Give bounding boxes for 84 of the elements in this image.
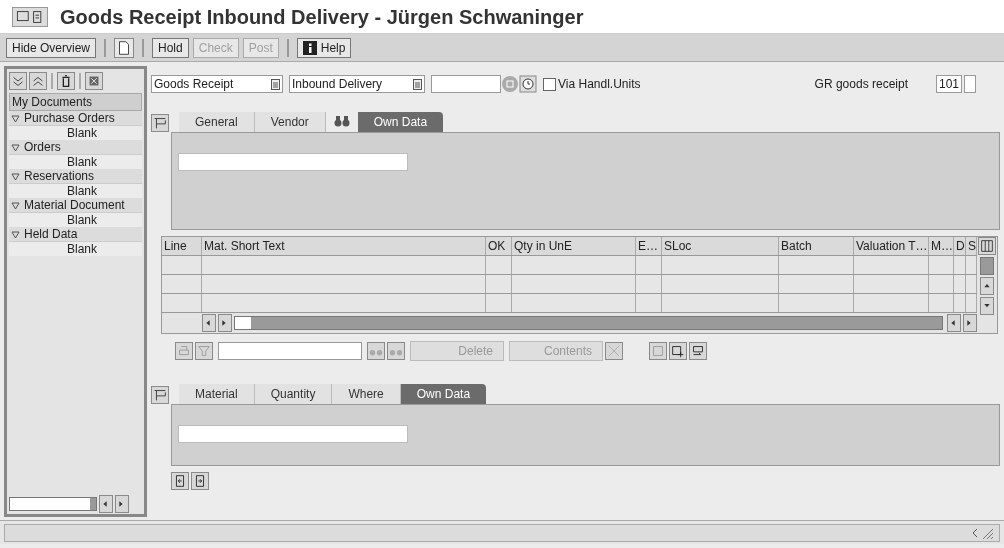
add-row-icon[interactable]	[669, 342, 687, 360]
expand-icon[interactable]	[605, 342, 623, 360]
input-field[interactable]	[178, 153, 408, 171]
tab[interactable]: Quantity	[254, 384, 333, 404]
scroll-left-icon[interactable]	[947, 314, 961, 332]
tree-node[interactable]: Reservations	[9, 169, 142, 184]
tab[interactable]: Material	[179, 384, 255, 404]
column-header[interactable]: M…	[929, 237, 954, 255]
new-document-icon[interactable]	[114, 37, 135, 58]
trash-icon[interactable]	[57, 72, 75, 90]
scroll-up-icon[interactable]	[980, 277, 994, 295]
scroll-left-icon[interactable]	[202, 314, 216, 332]
filter-icon[interactable]	[195, 342, 213, 360]
tab[interactable]: General	[179, 112, 255, 132]
movement-text-field[interactable]	[964, 75, 976, 93]
tree-node[interactable]: Held Data	[9, 227, 142, 242]
tab[interactable]: Own Data	[400, 384, 487, 404]
next-item-icon[interactable]	[191, 472, 209, 490]
collapse-triangle-icon[interactable]	[11, 171, 20, 181]
column-header[interactable]: Mat. Short Text	[202, 237, 486, 255]
tab[interactable]: Vendor	[254, 112, 326, 132]
tree-leaf[interactable]: Blank	[9, 184, 142, 198]
previous-item-icon[interactable]	[171, 472, 189, 490]
window-title: Goods Receipt Inbound Delivery - Jürgen Schwaninger	[60, 4, 584, 30]
column-header[interactable]: E…	[636, 237, 662, 255]
column-header[interactable]: SLoc	[662, 237, 779, 255]
close-icon[interactable]	[85, 72, 103, 90]
print-icon[interactable]	[175, 342, 193, 360]
collapse-triangle-icon[interactable]	[11, 113, 20, 123]
input-field[interactable]	[178, 425, 408, 443]
tree-leaf[interactable]: Blank	[9, 242, 142, 256]
toggle-panel-icon[interactable]	[151, 386, 169, 404]
scroll-right-icon[interactable]	[963, 314, 977, 332]
column-header[interactable]: Batch	[779, 237, 854, 255]
checkbox[interactable]	[543, 77, 556, 91]
collapse-triangle-icon[interactable]	[11, 142, 20, 152]
tree-leaf[interactable]: Blank	[9, 155, 142, 169]
column-header[interactable]: OK	[486, 237, 512, 255]
scroll-right-icon[interactable]	[218, 314, 232, 332]
info-icon	[302, 40, 317, 55]
collapse-triangle-icon[interactable]	[11, 229, 20, 239]
collapse-all-icon[interactable]	[29, 72, 47, 90]
tree-leaf[interactable]: Blank	[9, 213, 142, 227]
menu-icon[interactable]	[12, 6, 48, 27]
tree-header[interactable]: My Documents	[9, 93, 142, 111]
reference-dropdown[interactable]: Inbound Delivery	[289, 75, 425, 93]
tree-label: Orders	[24, 139, 61, 156]
expand-all-icon[interactable]	[9, 72, 27, 90]
tree-label: Purchase Orders	[24, 110, 115, 127]
action-dropdown[interactable]: Goods Receipt	[151, 75, 283, 93]
tree-label: Held Data	[24, 226, 78, 243]
tree-label: Material Document	[24, 197, 125, 214]
column-header[interactable]: D	[954, 237, 966, 255]
tab[interactable]: Own Data	[357, 112, 444, 132]
search-field[interactable]	[218, 342, 362, 360]
column-header[interactable]: S	[966, 237, 977, 255]
toggle-panel-icon[interactable]	[151, 114, 169, 132]
toolbar-button[interactable]: Hold	[152, 37, 189, 58]
tree-node[interactable]: Orders	[9, 140, 142, 155]
column-settings-icon[interactable]	[978, 237, 996, 255]
tree-node[interactable]: Material Document	[9, 198, 142, 213]
scroll-right-icon[interactable]	[115, 495, 129, 513]
dropdown-icon[interactable]	[271, 78, 280, 90]
movement-type-field[interactable]: 101	[936, 75, 962, 93]
scroll-down-icon[interactable]	[980, 297, 994, 315]
column-header[interactable]: Line	[162, 237, 202, 255]
tree-label: Reservations	[24, 168, 95, 185]
vertical-scrollbar[interactable]	[980, 257, 994, 275]
horizontal-scrollbar[interactable]	[9, 497, 97, 511]
document-field[interactable]	[431, 75, 501, 93]
help-button[interactable]: Help	[296, 37, 352, 58]
binoculars-icon[interactable]	[333, 114, 350, 128]
toolbar-button[interactable]: Hide Overview	[6, 37, 97, 58]
column-header[interactable]: Qty in UnE	[512, 237, 636, 255]
collapse-triangle-icon[interactable]	[11, 200, 20, 210]
dropdown-icon[interactable]	[413, 78, 422, 90]
tree-leaf[interactable]: Blank	[9, 126, 142, 140]
field-label: GR goods receipt	[814, 76, 908, 93]
checkbox-label: Via Handl.Units	[558, 76, 641, 93]
column-header[interactable]: Valuation T…	[854, 237, 929, 255]
tab[interactable]: Where	[332, 384, 401, 404]
horizontal-scrollbar[interactable]	[234, 316, 943, 330]
scroll-left-icon[interactable]	[99, 495, 113, 513]
tree-node[interactable]: Purchase Orders	[9, 111, 142, 126]
